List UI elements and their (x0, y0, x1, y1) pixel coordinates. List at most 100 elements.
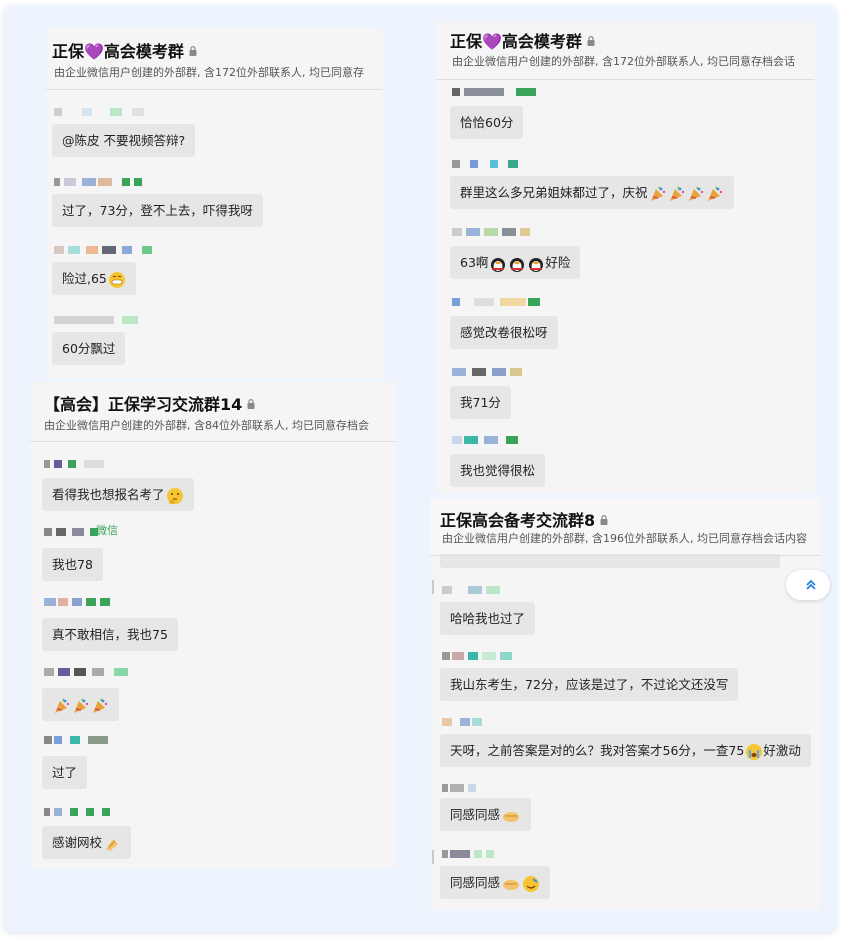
message-bubble[interactable]: 60分飘过 (52, 332, 126, 365)
message-text: 我71分 (460, 395, 501, 410)
list-item: 哈哈我也过了 (440, 584, 560, 635)
sender-name-blurred (450, 366, 570, 378)
sender-name-blurred (450, 296, 570, 308)
message-text: 同感同感 (450, 807, 501, 822)
divider (30, 441, 396, 442)
list-item: 微信 我也78 (42, 524, 182, 581)
lock-icon (247, 399, 255, 409)
chat-panel-study-14: 【高会】正保学习交流群14 由企业微信用户创建的外部群, 含84位外部联系人, … (30, 382, 396, 868)
group-title: 正保💜高会模考群 (52, 38, 197, 62)
message-text: 真不敢相信，我也75 (52, 627, 168, 642)
message-text: 我也觉得很松 (460, 463, 536, 478)
message-bubble[interactable]: 过了，73分，登不上去，吓得我呀 (52, 194, 263, 227)
list-item: 感觉改卷很松呀 (450, 296, 570, 349)
sender-name-blurred (450, 86, 570, 98)
scroll-to-top-button[interactable] (786, 570, 830, 600)
chat-header: 【高会】正保学习交流群14 由企业微信用户创建的外部群, 含84位外部联系人, … (30, 382, 396, 444)
sender-name-blurred (440, 782, 560, 794)
chat-panel-moko-2: 正保💜高会模考群 由企业微信用户创建的外部群, 含172位外部联系人, 均已同意… (436, 22, 814, 494)
waving-face-icon (522, 875, 540, 893)
grin-emoji-icon (108, 271, 126, 289)
group-title: 正保💜高会模考群 (450, 28, 595, 52)
message-text: 险过,65 (62, 271, 107, 286)
sender-name-blurred (52, 176, 172, 188)
handshake-icon (501, 807, 521, 825)
list-item: 我71分 (450, 366, 570, 419)
message-bubble[interactable]: 63啊 好险 (450, 246, 581, 279)
message-bubble[interactable] (42, 688, 119, 721)
sender-name-blurred (450, 158, 570, 170)
message-text: 过了，73分，登不上去，吓得我呀 (62, 203, 253, 218)
lock-icon (189, 46, 197, 56)
divider (46, 89, 382, 90)
group-subtitle: 由企业微信用户创建的外部群, 含84位外部联系人, 均已同意存档会 (44, 419, 369, 432)
penguin-emoji-icon (508, 255, 526, 273)
lock-icon (600, 515, 608, 525)
message-bubble[interactable]: 感觉改卷很松呀 (450, 316, 558, 349)
message-bubble[interactable]: @陈皮 不要视频答辩? (52, 124, 196, 157)
group-subtitle: 由企业微信用户创建的外部群, 含172位外部联系人, 均已同意存档会话 (452, 55, 795, 68)
message-bubble[interactable]: 同感同感 (440, 866, 551, 899)
list-item: 同感同感 (440, 782, 560, 831)
message-bubble[interactable]: 我也78 (42, 548, 103, 581)
chat-header: 正保💜高会模考群 由企业微信用户创建的外部群, 含172位外部联系人, 均已同意… (46, 28, 382, 90)
message-text: 恰恰60分 (460, 115, 514, 130)
list-item: 险过,65 (52, 244, 172, 295)
message-bubble[interactable]: 过了 (42, 756, 88, 789)
party-popper-icon (91, 697, 109, 715)
message-bubble[interactable]: 我71分 (450, 386, 511, 419)
message-bubble[interactable]: 恰恰60分 (450, 106, 524, 139)
handshake-icon (501, 875, 521, 893)
list-item: 63啊 好险 (450, 226, 581, 279)
party-popper-icon (72, 697, 90, 715)
message-bubble[interactable]: 险过,65 (52, 262, 136, 295)
message-bubble[interactable]: 群里这么多兄弟姐妹都过了，庆祝 (450, 176, 734, 209)
message-bubble[interactable]: 感谢网校 (42, 826, 132, 859)
message-text: 60分飘过 (62, 341, 116, 356)
message-text: 看得我也想报名考了 (52, 487, 165, 502)
group-title: 正保高会备考交流群8 (440, 507, 608, 531)
message-bubble[interactable]: 哈哈我也过了 (440, 602, 536, 635)
list-item: 感谢网校 (42, 806, 162, 859)
list-item: 60分飘过 (52, 314, 172, 365)
list-item: 我山东考生，72分，应该是过了，不过论文还没写 (440, 650, 739, 701)
sender-tag-wechat: 微信 (96, 524, 118, 537)
sender-name-blurred (440, 716, 560, 728)
message-text: 我也78 (52, 557, 93, 572)
clapping-icon (103, 835, 121, 853)
message-bubble[interactable]: 我山东考生，72分，应该是过了，不过论文还没写 (440, 668, 739, 701)
sender-name-blurred (450, 434, 570, 446)
message-text: 同感同感 (450, 875, 501, 890)
message-text: 天呀，之前答案是对的么？我对答案才56分，一查75 (450, 743, 745, 758)
party-popper-icon (53, 697, 71, 715)
chat-panel-prep-8: 正保高会备考交流群8 由企业微信用户创建的外部群, 含196位外部联系人, 均已… (430, 498, 820, 910)
message-text: @陈皮 不要视频答辩? (62, 133, 186, 148)
message-bubble[interactable]: 天呀，之前答案是对的么？我对答案才56分，一查75 好激动 (440, 734, 811, 767)
scroll-marker (432, 580, 434, 594)
group-subtitle: 由企业微信用户创建的外部群, 含196位外部联系人, 均已同意存档会话内容 (442, 532, 807, 545)
message-bubble[interactable]: 真不敢相信，我也75 (42, 618, 178, 651)
message-bubble[interactable]: 同感同感 (440, 798, 532, 831)
message-bubble[interactable]: 看得我也想报名考了 (42, 478, 194, 511)
sender-name-blurred (52, 106, 172, 118)
list-item: @陈皮 不要视频答辩? (52, 106, 196, 157)
penguin-emoji-icon (489, 255, 507, 273)
sender-name-blurred (42, 666, 162, 678)
list-item: 同感同感 (440, 848, 560, 899)
message-text: 63啊 (460, 255, 489, 270)
sender-name-blurred (42, 734, 162, 746)
chat-header: 正保高会备考交流群8 由企业微信用户创建的外部群, 含196位外部联系人, 均已… (430, 498, 820, 554)
chat-panel-moko-1: 正保💜高会模考群 由企业微信用户创建的外部群, 含172位外部联系人, 均已同意… (46, 28, 382, 378)
sender-name-blurred (42, 596, 162, 608)
group-title: 【高会】正保学习交流群14 (44, 391, 255, 415)
party-popper-icon (668, 185, 686, 203)
sender-name-blurred (440, 848, 560, 860)
divider (436, 79, 814, 80)
list-item: 过了 (42, 734, 162, 789)
thinking-face-icon (166, 487, 184, 505)
crying-face-icon (745, 743, 763, 761)
message-text: 感觉改卷很松呀 (460, 325, 548, 340)
list-item: 真不敢相信，我也75 (42, 596, 178, 651)
message-bubble[interactable]: 我也觉得很松 (450, 454, 546, 487)
party-popper-icon (687, 185, 705, 203)
